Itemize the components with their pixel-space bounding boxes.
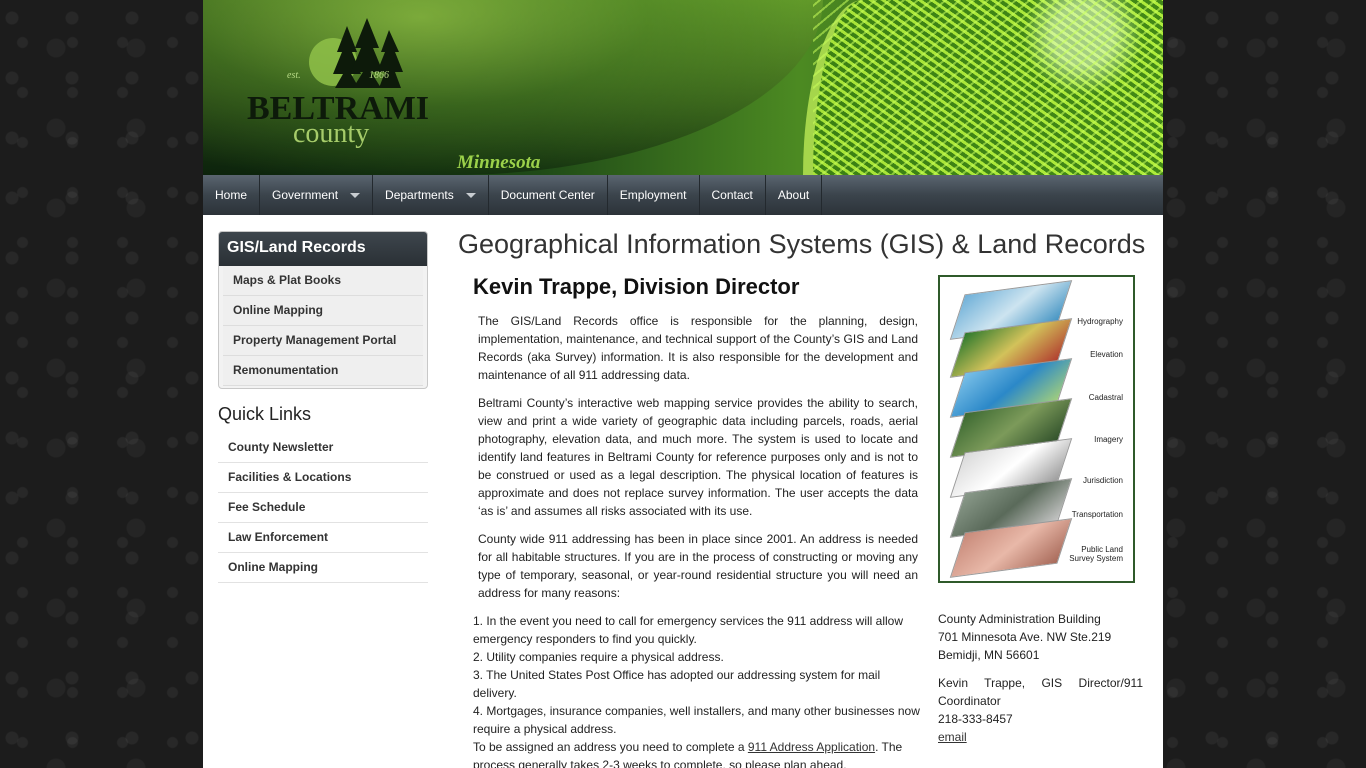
layer-label-jurisdiction: Jurisdiction	[1082, 476, 1123, 485]
quick-links-list: County Newsletter Facilities & Locations…	[218, 433, 428, 583]
reason-item: 2. Utility companies require a physical …	[473, 650, 724, 664]
addressing-paragraph: County wide 911 addressing has been in p…	[478, 532, 918, 600]
assign-prefix: To be assigned an address you need to co…	[473, 740, 748, 754]
quick-links-title: Quick Links	[218, 404, 312, 424]
sidebar-item-property-management-portal[interactable]: Property Management Portal	[223, 326, 423, 356]
nav-government-label: Government	[272, 188, 339, 202]
contact-info: County Administration Building 701 Minne…	[938, 610, 1143, 746]
layer-label-imagery: Imagery	[1094, 435, 1123, 444]
layer-label-cadastral: Cadastral	[1088, 393, 1123, 402]
layer-label-transportation: Transportation	[1071, 510, 1123, 519]
gis-layers-graphic: Hydrography Elevation Cadastral Imagery …	[938, 275, 1135, 583]
nav-document-center-label: Document Center	[500, 188, 595, 202]
contact-city: Bemidji, MN 56601	[938, 648, 1040, 662]
nav-contact[interactable]: Contact	[700, 175, 766, 215]
quick-link-county-newsletter[interactable]: County Newsletter	[218, 433, 428, 463]
nav-home[interactable]: Home	[203, 175, 261, 215]
page-title: Geographical Information Systems (GIS) &…	[458, 229, 1146, 259]
quick-link-facilities-locations[interactable]: Facilities & Locations	[218, 463, 428, 493]
state-label: Minnesota	[457, 152, 541, 173]
nav-about[interactable]: About	[766, 175, 823, 215]
assign-text: To be assigned an address you need to co…	[473, 738, 923, 768]
beltrami-county-logo[interactable]: est. 1866 BELTRAMI county	[247, 18, 437, 158]
caret-down-icon	[350, 192, 361, 198]
nav-government[interactable]: Government	[260, 175, 374, 215]
layer-label-elevation: Elevation	[1090, 350, 1123, 359]
director-heading: Kevin Trappe, Division Director	[473, 274, 800, 299]
main-nav: Home Government Departments Document Cen…	[203, 175, 1163, 215]
layer-label-plss: Public Land Survey System	[1069, 545, 1123, 563]
sidebar-item-remonumentation[interactable]: Remonumentation	[223, 356, 423, 386]
logo-county: county	[293, 118, 370, 149]
gis-sidebar: GIS/Land Records Maps & Plat Books Onlin…	[218, 231, 428, 389]
logo-est: est.	[287, 70, 301, 81]
nav-employment-label: Employment	[619, 188, 687, 202]
reasons-list: 1. In the event you need to call for eme…	[473, 612, 923, 768]
sidebar-title: GIS/Land Records	[219, 232, 427, 266]
contact-email-link[interactable]: email	[938, 730, 967, 744]
nav-contact-label: Contact	[711, 188, 753, 202]
reason-item: 4. Mortgages, insurance companies, well …	[473, 704, 920, 736]
address-application-link[interactable]: 911 Address Application	[748, 740, 875, 754]
fern-photo	[803, 0, 1163, 175]
nav-about-label: About	[777, 188, 810, 202]
nav-home-label: Home	[215, 188, 248, 202]
reason-item: 1. In the event you need to call for eme…	[473, 614, 904, 646]
caret-down-icon	[465, 192, 476, 198]
quick-link-online-mapping[interactable]: Online Mapping	[218, 553, 428, 583]
reason-item: 3. The United States Post Office has ado…	[473, 668, 881, 700]
page-wrapper: est. 1866 BELTRAMI county Minnesota Home…	[203, 0, 1163, 768]
site-header: est. 1866 BELTRAMI county Minnesota	[203, 0, 1163, 175]
contact-phone: 218-333-8457	[938, 712, 1013, 726]
sidebar-item-maps-plat-books[interactable]: Maps & Plat Books	[223, 266, 423, 296]
nav-employment[interactable]: Employment	[608, 175, 700, 215]
quick-link-fee-schedule[interactable]: Fee Schedule	[218, 493, 428, 523]
contact-person: Kevin Trappe, GIS Director/911 Coordinat…	[938, 676, 1143, 708]
intro-paragraph: The GIS/Land Records office is responsib…	[478, 314, 918, 382]
mapping-paragraph: Beltrami County’s interactive web mappin…	[478, 396, 918, 518]
nav-departments-label: Departments	[385, 188, 454, 202]
nav-document-center[interactable]: Document Center	[489, 175, 608, 215]
quick-link-law-enforcement[interactable]: Law Enforcement	[218, 523, 428, 553]
sidebar-item-online-mapping[interactable]: Online Mapping	[223, 296, 423, 326]
contact-address: 701 Minnesota Ave. NW Ste.219	[938, 630, 1112, 644]
logo-year: 1866	[369, 70, 389, 81]
layer-label-hydrography: Hydrography	[1077, 317, 1123, 326]
nav-departments[interactable]: Departments	[373, 175, 489, 215]
contact-building: County Administration Building	[938, 612, 1101, 626]
